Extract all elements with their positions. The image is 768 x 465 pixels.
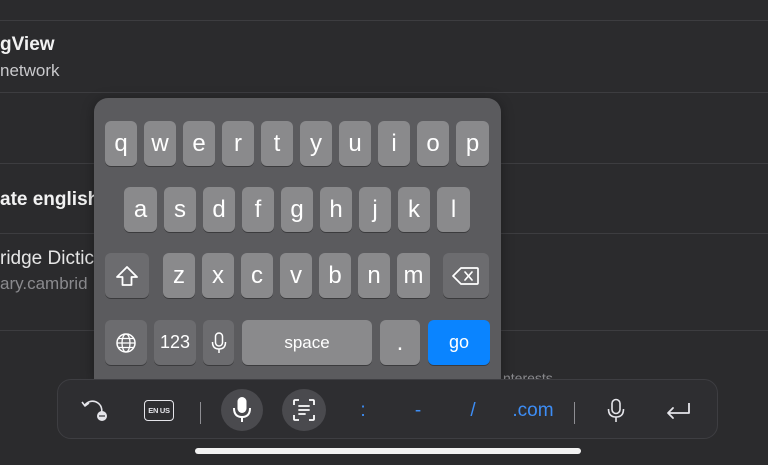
go-key[interactable]: go [428, 320, 490, 365]
dash-key[interactable]: - [405, 399, 431, 423]
key-i[interactable]: i [378, 121, 410, 166]
key-w[interactable]: w [144, 121, 176, 166]
microphone-button[interactable] [602, 396, 630, 426]
result-title[interactable]: gView [0, 34, 55, 56]
key-r[interactable]: r [222, 121, 254, 166]
key-q[interactable]: q [105, 121, 137, 166]
delete-key[interactable] [443, 253, 489, 298]
microphone-icon [607, 398, 625, 422]
scan-text-icon [293, 399, 315, 421]
language-badge-label: EN US [148, 405, 170, 415]
key-t[interactable]: t [261, 121, 293, 166]
return-icon [667, 403, 690, 419]
key-v[interactable]: v [280, 253, 312, 298]
key-l[interactable]: l [437, 187, 470, 232]
floating-keyboard: q w e r t y u i o p a s d f g h j k l z … [94, 98, 501, 380]
language-icon: EN US [144, 399, 174, 421]
result-subtitle: network [0, 61, 60, 80]
key-x[interactable]: x [202, 253, 234, 298]
globe-icon [116, 332, 136, 353]
key-f[interactable]: f [242, 187, 274, 232]
period-key[interactable]: . [380, 320, 420, 365]
dotcom-key[interactable]: .com [507, 399, 559, 423]
key-b[interactable]: b [319, 253, 351, 298]
slash-key[interactable]: / [460, 399, 486, 423]
microphone-icon [211, 331, 226, 353]
row-divider [0, 20, 768, 21]
language-button[interactable]: EN US [142, 398, 176, 422]
key-a[interactable]: a [124, 187, 157, 232]
numbers-key[interactable]: 123 [154, 320, 196, 365]
suggestion-title[interactable]: ate english [0, 189, 99, 211]
key-e[interactable]: e [183, 121, 215, 166]
scan-text-button[interactable] [282, 389, 326, 431]
key-g[interactable]: g [281, 187, 313, 232]
key-n[interactable]: n [358, 253, 390, 298]
key-d[interactable]: d [203, 187, 235, 232]
key-p[interactable]: p [456, 121, 489, 166]
dictation-button[interactable] [221, 389, 263, 431]
separator [574, 402, 575, 424]
dictation-key[interactable] [203, 320, 234, 365]
shift-icon [116, 265, 138, 286]
microphone-icon [233, 397, 251, 422]
undo-icon [81, 400, 107, 421]
key-o[interactable]: o [417, 121, 449, 166]
shortcut-bar: EN US : - / .com [57, 379, 718, 439]
home-indicator[interactable] [195, 448, 581, 454]
key-y[interactable]: y [300, 121, 332, 166]
key-s[interactable]: s [164, 187, 196, 232]
key-c[interactable]: c [241, 253, 273, 298]
key-m[interactable]: m [397, 253, 430, 298]
return-button[interactable] [662, 398, 694, 424]
key-u[interactable]: u [339, 121, 371, 166]
colon-key[interactable]: : [350, 399, 376, 423]
separator [200, 402, 201, 424]
undo-button[interactable] [78, 395, 112, 425]
globe-key[interactable] [105, 320, 147, 365]
space-key[interactable]: space [242, 320, 372, 365]
key-j[interactable]: j [359, 187, 391, 232]
result-url: ary.cambrid [0, 274, 88, 293]
row-divider [0, 92, 768, 93]
key-h[interactable]: h [320, 187, 352, 232]
key-k[interactable]: k [398, 187, 430, 232]
delete-icon [452, 266, 479, 285]
key-z[interactable]: z [163, 253, 195, 298]
shift-key[interactable] [105, 253, 149, 298]
result-title[interactable]: ridge Dictic [0, 248, 94, 270]
